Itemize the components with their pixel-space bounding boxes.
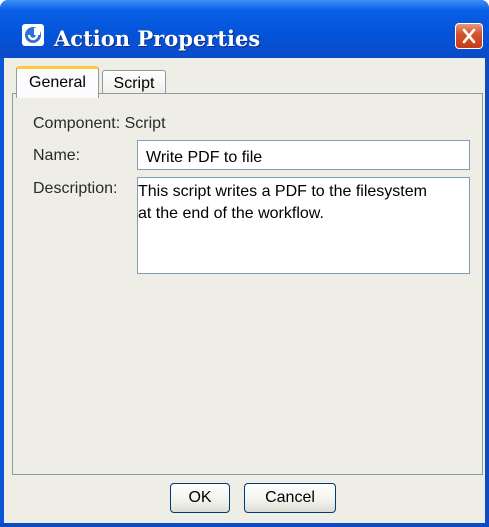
component-value: Script	[124, 115, 166, 132]
close-button[interactable]	[455, 23, 483, 49]
app-icon	[22, 24, 44, 46]
ok-button[interactable]: OK	[170, 483, 230, 513]
window-frame-bottom	[0, 523, 489, 527]
general-panel: Component: Script Name: Description: Thi…	[12, 93, 483, 475]
cancel-button[interactable]: Cancel	[244, 483, 336, 513]
window-frame-right	[485, 58, 489, 527]
tab-general-label: General	[29, 74, 86, 91]
tab-general[interactable]: General	[16, 66, 99, 98]
button-bar: OK Cancel	[4, 475, 485, 523]
name-input[interactable]	[137, 140, 470, 170]
dialog-client-area: General Script Component: Script Name: D…	[4, 58, 485, 523]
component-row: Component: Script	[33, 115, 166, 133]
title-bar[interactable]: Action Properties	[0, 0, 489, 58]
name-label: Name:	[33, 147, 81, 164]
close-icon	[462, 28, 476, 44]
tab-script-label: Script	[113, 75, 155, 92]
description-label: Description:	[33, 180, 118, 197]
dialog-window: Action Properties General Script Compone…	[0, 0, 489, 527]
description-textarea[interactable]: This script writes a PDF to the filesyst…	[137, 177, 470, 274]
window-title: Action Properties	[54, 26, 261, 51]
component-label: Component:	[33, 115, 121, 132]
